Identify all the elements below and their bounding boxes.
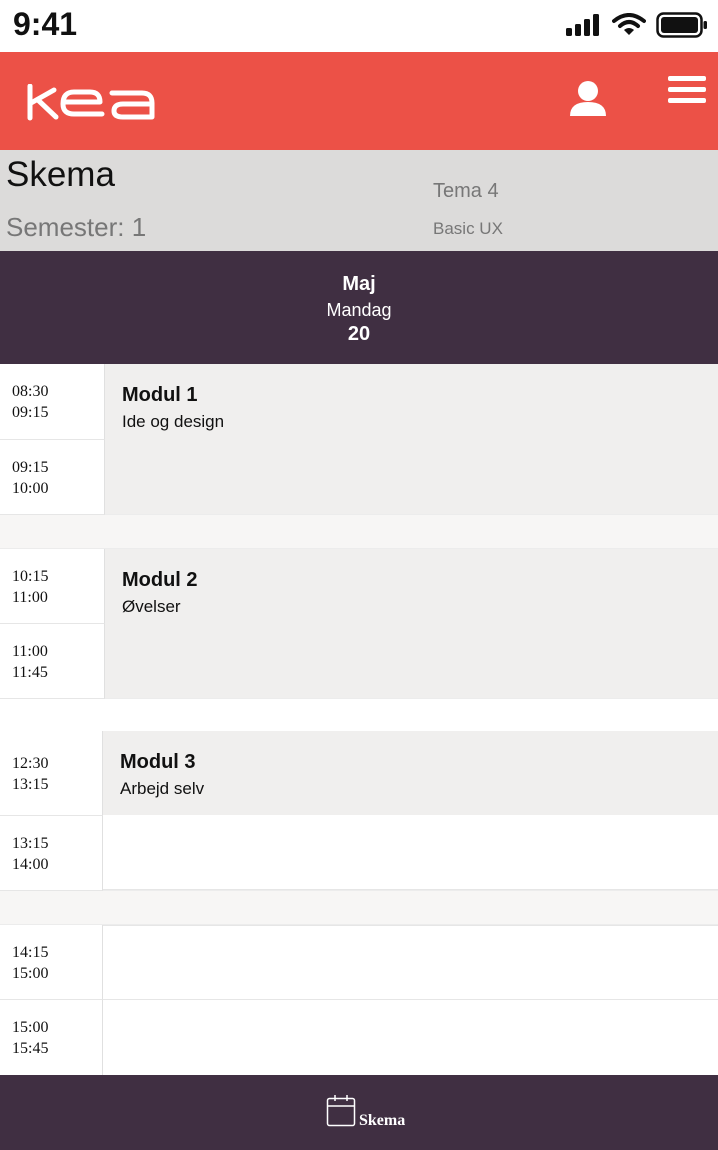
time-row: 09:15 10:00 xyxy=(0,440,718,515)
time-end: 15:00 xyxy=(12,965,49,982)
page-title: Skema xyxy=(6,155,115,194)
calendar-icon[interactable] xyxy=(326,1094,356,1128)
time-start: 14:15 xyxy=(12,944,49,961)
time-row: 10:15 11:00 xyxy=(0,549,718,624)
signal-icon xyxy=(566,14,599,36)
semester-label: Semester: 1 xyxy=(6,212,147,242)
time-cell: 13:15 14:00 xyxy=(0,816,103,891)
time-cell: 14:15 15:00 xyxy=(0,925,103,1000)
time-row: 11:00 11:45 xyxy=(0,624,718,699)
time-cell: 12:30 13:15 xyxy=(0,731,103,816)
time-cell: 09:15 10:00 xyxy=(0,440,105,515)
user-icon[interactable] xyxy=(568,80,608,118)
time-start: 12:30 xyxy=(12,755,49,772)
time-end: 11:45 xyxy=(12,664,48,681)
bottom-nav-label[interactable]: Skema xyxy=(359,1112,405,1130)
time-end: 14:00 xyxy=(12,856,49,873)
break-row xyxy=(0,698,718,731)
date-day: 20 xyxy=(347,323,371,345)
time-end: 10:00 xyxy=(12,480,49,497)
time-row: 13:15 14:00 xyxy=(0,816,718,891)
time-start: 10:15 xyxy=(12,568,49,585)
time-start: 13:15 xyxy=(12,835,49,852)
time-row: 08:30 09:15 xyxy=(0,364,718,440)
time-start: 15:00 xyxy=(12,1019,49,1036)
status-time: 9:41 xyxy=(13,6,78,42)
time-row: 12:30 13:15 xyxy=(0,731,718,816)
time-cell: 11:00 11:45 xyxy=(0,624,105,699)
time-end: 11:00 xyxy=(12,589,48,606)
date-header: Maj Mandag 20 xyxy=(0,251,718,364)
battery-icon xyxy=(656,12,707,38)
time-cell: 08:30 09:15 xyxy=(0,364,105,440)
time-row: 14:15 15:00 xyxy=(0,925,718,1000)
time-end: 09:15 xyxy=(12,404,49,421)
break-row xyxy=(0,890,718,925)
time-start: 08:30 xyxy=(12,383,49,400)
time-row: 15:00 15:45 xyxy=(0,1000,718,1075)
wifi-icon xyxy=(612,13,646,35)
time-end: 15:45 xyxy=(12,1040,49,1057)
date-weekday: Mandag xyxy=(326,300,392,320)
time-cell: 15:00 15:45 xyxy=(0,1000,103,1075)
time-cell: 10:15 11:00 xyxy=(0,549,105,624)
break-row xyxy=(0,514,718,549)
theme-label: Tema 4 xyxy=(433,180,499,202)
time-start: 09:15 xyxy=(12,459,49,476)
time-end: 13:15 xyxy=(12,776,49,793)
menu-icon[interactable] xyxy=(668,76,706,104)
time-start: 11:00 xyxy=(12,643,48,660)
date-month: Maj xyxy=(342,273,376,295)
theme-subtitle: Basic UX xyxy=(433,219,503,238)
status-bar: 9:41 xyxy=(0,0,718,52)
